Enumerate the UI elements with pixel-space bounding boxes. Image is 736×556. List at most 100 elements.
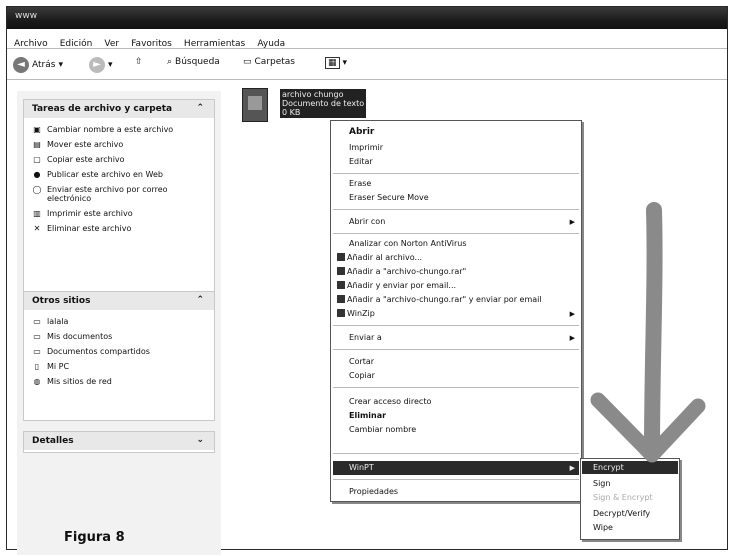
- menu-separator: [333, 479, 579, 480]
- figure-caption: Figura 8: [64, 530, 125, 545]
- toolbar: ◄ Atrás ▾ ► ▾ ⇧ ⌕ Búsqueda ▭ Carpetas ▦ …: [7, 51, 727, 80]
- menu-edit[interactable]: Editar: [349, 157, 373, 166]
- winrar-icon: [337, 253, 345, 261]
- other-places-title: Otros sitios: [32, 296, 91, 306]
- submenu-decrypt-verify[interactable]: Decrypt/Verify: [593, 509, 650, 518]
- file-label[interactable]: archivo chungo Documento de texto 0 KB: [280, 89, 367, 118]
- winrar-icon: [337, 295, 345, 303]
- place-my-pc[interactable]: ▯ Mi PC: [24, 359, 214, 374]
- place-label: Mis sitios de red: [47, 377, 112, 386]
- network-icon: ◍: [33, 377, 41, 386]
- menu-separator: [333, 349, 579, 350]
- place-label: Documentos compartidos: [47, 347, 150, 356]
- menu-favoritos[interactable]: Favoritos: [131, 39, 172, 49]
- back-button[interactable]: ◄ Atrás ▾: [13, 57, 63, 73]
- file-tasks-header[interactable]: Tareas de archivo y carpeta ⌃: [24, 100, 214, 118]
- menu-delete[interactable]: Eliminar: [349, 411, 386, 420]
- winzip-icon: [337, 309, 345, 317]
- task-move[interactable]: ▤ Mover este archivo: [24, 137, 214, 152]
- place-lalala[interactable]: ▭ lalala: [24, 314, 214, 329]
- views-button[interactable]: ▦ ▾: [325, 57, 347, 69]
- menu-open[interactable]: Abrir: [349, 127, 374, 137]
- forward-button[interactable]: ► ▾: [89, 57, 113, 73]
- other-places-header[interactable]: Otros sitios ⌃: [24, 292, 214, 310]
- folders-label: Carpetas: [254, 57, 295, 67]
- details-title: Detalles: [32, 436, 74, 446]
- menu-create-shortcut[interactable]: Crear acceso directo: [349, 397, 431, 406]
- menu-add-archive[interactable]: Añadir al archivo...: [337, 253, 422, 262]
- place-my-documents[interactable]: ▭ Mis documentos: [24, 329, 214, 344]
- menu-copy[interactable]: Copiar: [349, 371, 375, 380]
- task-label: Mover este archivo: [47, 140, 124, 149]
- menu-rename[interactable]: Cambiar nombre: [349, 425, 416, 434]
- menu-separator: [333, 453, 579, 454]
- task-delete[interactable]: ✕ Eliminar este archivo: [24, 221, 214, 236]
- folders-button[interactable]: ▭ Carpetas: [243, 57, 295, 67]
- menu-eraser-secure-move[interactable]: Eraser Secure Move: [349, 193, 429, 202]
- menu-ayuda[interactable]: Ayuda: [257, 39, 285, 49]
- up-folder-icon: ⇧: [135, 57, 143, 67]
- window-title: www: [15, 11, 38, 21]
- context-menu: Abrir Imprimir Editar Erase Eraser Secur…: [330, 120, 582, 502]
- text-file-icon[interactable]: [242, 88, 268, 122]
- menu-send-to[interactable]: Enviar a: [349, 333, 382, 342]
- menu-norton[interactable]: Analizar con Norton AntiVirus: [349, 239, 467, 248]
- move-icon: ▤: [33, 140, 41, 149]
- menu-print[interactable]: Imprimir: [349, 143, 383, 152]
- file-size: 0 KB: [282, 108, 301, 117]
- menu-add-rar[interactable]: Añadir a "archivo-chungo.rar": [337, 267, 466, 276]
- task-pane: Tareas de archivo y carpeta ⌃ ▣ Cambiar n…: [17, 91, 221, 555]
- menu-erase[interactable]: Erase: [349, 179, 371, 188]
- menu-edicion[interactable]: Edición: [60, 39, 93, 49]
- annotation-arrow-icon: [590, 202, 706, 463]
- file-type: Documento de texto: [282, 99, 365, 108]
- menu-winzip[interactable]: WinZip: [337, 309, 375, 318]
- menu-separator: [333, 387, 579, 388]
- menu-separator: [333, 173, 579, 174]
- task-label: Enviar este archivo por correo electróni…: [47, 185, 168, 203]
- task-label: Copiar este archivo: [47, 155, 125, 164]
- file-tasks-title: Tareas de archivo y carpeta: [32, 104, 173, 114]
- submenu-wipe[interactable]: Wipe: [593, 523, 613, 532]
- mail-icon: ◯: [32, 185, 42, 194]
- computer-icon: ▯: [34, 362, 40, 371]
- menu-open-with[interactable]: Abrir con: [349, 217, 385, 226]
- task-publish[interactable]: ● Publicar este archivo en Web: [24, 167, 214, 182]
- menu-add-email[interactable]: Añadir y enviar por email...: [337, 281, 456, 290]
- task-email[interactable]: ◯ Enviar este archivo por correo electrón…: [24, 182, 214, 206]
- place-network[interactable]: ◍ Mis sitios de red: [24, 374, 214, 389]
- task-rename[interactable]: ▣ Cambiar nombre a este archivo: [24, 122, 214, 137]
- folders-icon: ▭: [243, 57, 252, 67]
- globe-icon: ●: [33, 170, 41, 179]
- menu-add-rar-email[interactable]: Añadir a "archivo-chungo.rar" y enviar p…: [337, 295, 542, 304]
- task-label: Cambiar nombre a este archivo: [47, 125, 174, 134]
- collapse-icon: ⌃: [196, 295, 204, 305]
- winrar-icon: [337, 281, 345, 289]
- up-folder-button[interactable]: ⇧: [135, 57, 143, 67]
- task-label: Imprimir este archivo: [47, 209, 133, 218]
- menu-item-label: WinZip: [347, 309, 375, 318]
- menu-item-label: Añadir a "archivo-chungo.rar": [347, 267, 467, 276]
- submenu-sign[interactable]: Sign: [593, 479, 610, 488]
- menu-herramientas[interactable]: Herramientas: [184, 39, 245, 49]
- menu-winpt[interactable]: WinPT: [349, 463, 374, 472]
- details-header[interactable]: Detalles ⌄: [24, 432, 214, 450]
- search-button[interactable]: ⌕ Búsqueda: [167, 57, 220, 67]
- title-bar[interactable]: www: [7, 7, 727, 29]
- other-places-panel: Otros sitios ⌃ ▭ lalala ▭ Mis documentos ▭…: [23, 291, 215, 421]
- folder-icon: ▭: [33, 347, 41, 356]
- menu-ver[interactable]: Ver: [104, 39, 119, 49]
- menu-properties[interactable]: Propiedades: [349, 487, 398, 496]
- task-copy[interactable]: ▢ Copiar este archivo: [24, 152, 214, 167]
- back-arrow-icon: ◄: [13, 57, 29, 73]
- submenu-sign-encrypt: Sign & Encrypt: [593, 493, 653, 502]
- winpt-submenu: Encrypt Sign Sign & Encrypt Decrypt/Veri…: [580, 458, 680, 540]
- place-shared-documents[interactable]: ▭ Documentos compartidos: [24, 344, 214, 359]
- file-tasks-panel: Tareas de archivo y carpeta ⌃ ▣ Cambiar n…: [23, 99, 215, 293]
- task-print[interactable]: ▥ Imprimir este archivo: [24, 206, 214, 221]
- menu-cut[interactable]: Cortar: [349, 357, 374, 366]
- search-icon: ⌕: [167, 57, 173, 67]
- forward-arrow-icon: ►: [89, 57, 105, 73]
- menu-archivo[interactable]: Archivo: [14, 39, 48, 49]
- chevron-down-icon: ▾: [342, 58, 348, 68]
